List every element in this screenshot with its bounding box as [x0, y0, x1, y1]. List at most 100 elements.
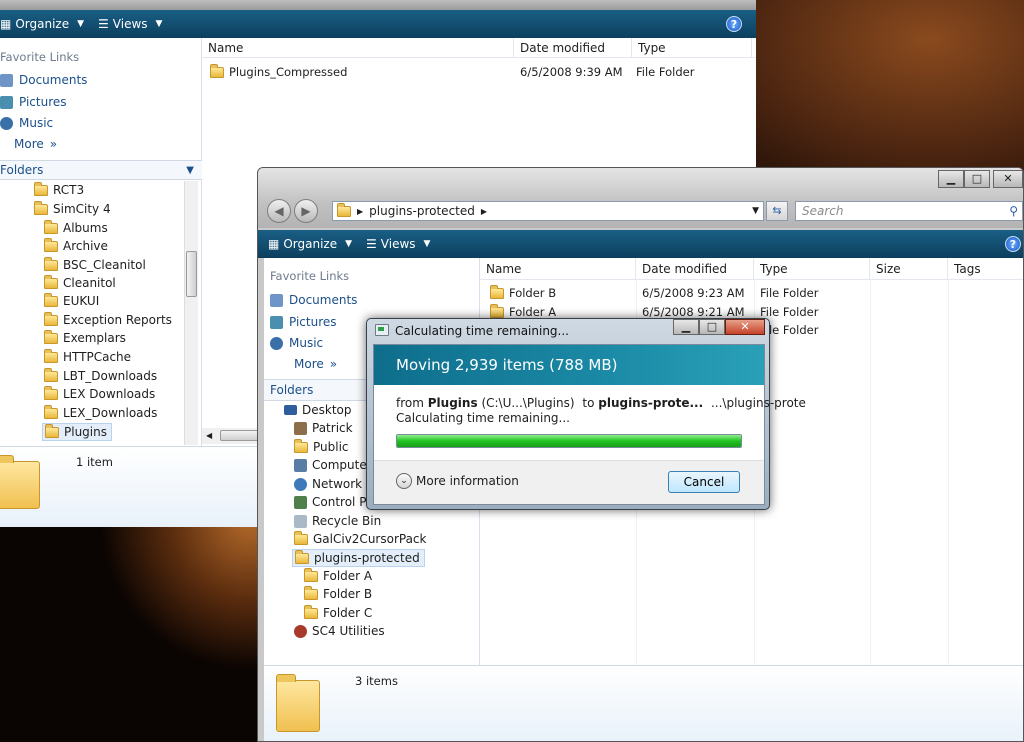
folder-icon	[304, 567, 318, 582]
file-row-type: File Folder	[760, 305, 819, 319]
forward-nav-button[interactable]: ▶	[294, 199, 318, 223]
tree-item[interactable]: Desktop	[284, 403, 352, 417]
folder-icon	[44, 237, 58, 252]
help-icon[interactable]: ?	[726, 16, 742, 32]
tree-item[interactable]: Folder C	[304, 604, 372, 620]
folder-icon	[44, 367, 58, 382]
tree-item[interactable]: Exception Reports	[44, 311, 172, 327]
tree-item[interactable]: Exemplars	[44, 329, 126, 345]
link-pictures[interactable]: Pictures	[270, 315, 337, 329]
tree-item[interactable]: Folder B	[304, 585, 372, 601]
computer-icon	[294, 458, 307, 472]
folder-icon	[34, 181, 48, 196]
column-header-type[interactable]: Type	[754, 258, 870, 280]
folder-icon	[44, 274, 58, 289]
tree-item[interactable]: Recycle Bin	[294, 514, 381, 528]
tree-item[interactable]: Cleanitol	[44, 274, 116, 290]
folder-icon	[44, 348, 58, 363]
folder-icon	[34, 200, 48, 215]
dialog-minimize-button[interactable]: ▁	[673, 319, 699, 335]
tree-scrollbar[interactable]	[184, 181, 198, 445]
address-bar[interactable]: ▶ plugins-protected ▶ ▼	[332, 201, 764, 221]
favorite-links-title: Favorite Links	[270, 269, 350, 283]
views-button[interactable]: ☰ Views ▼	[366, 237, 430, 251]
organize-icon: ▦	[268, 237, 280, 251]
tree-item[interactable]: Control Pa	[294, 495, 373, 509]
views-button[interactable]: ☰ Views ▼	[98, 17, 162, 31]
horizontal-scrollbar[interactable]: ◀	[202, 428, 262, 444]
dialog-title-icon	[375, 324, 389, 336]
user-icon	[294, 421, 307, 435]
tree-item[interactable]: Folder A	[304, 567, 372, 583]
link-pictures[interactable]: Pictures	[0, 95, 67, 109]
folder-icon	[304, 585, 318, 600]
transfer-source-dest: from Plugins (C:\U...\Plugins) to plugin…	[396, 396, 806, 410]
tree-item[interactable]: LEX_Downloads	[44, 404, 157, 420]
tree-item[interactable]: BSC_Cleanitol	[44, 256, 146, 272]
tree-item[interactable]: LBT_Downloads	[44, 367, 157, 383]
big-folder-icon	[276, 674, 320, 732]
column-header-tags[interactable]: Tags	[948, 258, 1023, 280]
breadcrumb-arrow-icon: ▶	[357, 206, 364, 216]
link-music[interactable]: Music	[0, 116, 53, 130]
tree-item[interactable]: EUKUI	[44, 292, 99, 308]
tree-item[interactable]: Albums	[44, 219, 108, 235]
close-button[interactable]: ✕	[993, 170, 1023, 188]
file-row[interactable]: Plugins_Compressed	[210, 63, 347, 79]
tree-item[interactable]: SC4 Utilities	[294, 624, 385, 638]
cancel-button[interactable]: Cancel	[668, 471, 740, 493]
link-more[interactable]: More»	[14, 137, 57, 151]
column-header-size[interactable]: Size	[870, 258, 948, 280]
chevron-down-icon: ▼	[345, 239, 353, 249]
link-more[interactable]: More»	[294, 357, 337, 371]
help-icon[interactable]: ?	[1005, 236, 1021, 252]
tree-item[interactable]: RCT3	[34, 181, 84, 197]
tree-item[interactable]: Archive	[44, 237, 108, 253]
tree-item-selected[interactable]: plugins-protected	[292, 549, 425, 567]
column-header-name[interactable]: Name	[202, 38, 514, 58]
dialog-maximize-button[interactable]: □	[699, 319, 725, 335]
pictures-icon	[0, 95, 13, 109]
more-information-button[interactable]: ⌄ More information	[396, 473, 519, 489]
organize-button[interactable]: ▦ Organize ▼	[268, 237, 352, 251]
folder-icon	[294, 438, 308, 453]
documents-icon	[0, 73, 13, 87]
file-row[interactable]: Folder B	[490, 284, 556, 300]
address-dropdown-icon[interactable]: ▼	[752, 206, 759, 216]
refresh-button[interactable]: ⇆	[766, 201, 788, 221]
dialog-close-button[interactable]: ✕	[725, 319, 765, 335]
tree-item[interactable]: HTTPCache	[44, 348, 131, 364]
tree-item[interactable]: Patrick	[294, 421, 353, 435]
chevron-down-icon: ⌄	[396, 473, 412, 489]
folder-icon	[337, 202, 351, 217]
folders-header[interactable]: Folders ▼	[0, 160, 202, 180]
search-input[interactable]: Search ⚲	[795, 201, 1023, 221]
link-documents[interactable]: Documents	[270, 293, 357, 307]
back-toolbar: ▦ Organize ▼ ☰ Views ▼ ?	[0, 10, 756, 38]
column-header-name[interactable]: Name	[480, 258, 636, 280]
link-music[interactable]: Music	[270, 336, 323, 350]
views-icon: ☰	[98, 17, 109, 31]
views-icon: ☰	[366, 237, 377, 251]
column-header-date[interactable]: Date modified	[636, 258, 754, 280]
tree-item[interactable]: Public	[294, 438, 349, 454]
tree-item[interactable]: Computer	[294, 458, 372, 472]
progress-bar	[396, 434, 742, 448]
folder-icon	[490, 284, 504, 299]
minimize-button[interactable]: ▁	[938, 170, 964, 188]
folder-icon	[44, 329, 58, 344]
tree-item[interactable]: Network	[294, 477, 362, 491]
tree-item[interactable]: LEX Downloads	[44, 385, 155, 401]
breadcrumb[interactable]: plugins-protected	[369, 204, 475, 218]
tree-item[interactable]: GalCiv2CursorPack	[294, 530, 426, 546]
tree-item-selected[interactable]: Plugins	[42, 423, 112, 441]
column-header-type[interactable]: Type	[632, 38, 752, 58]
link-documents[interactable]: Documents	[0, 73, 87, 87]
back-nav-button[interactable]: ◀	[267, 199, 291, 223]
organize-button[interactable]: ▦ Organize ▼	[0, 17, 84, 31]
maximize-button[interactable]: □	[964, 170, 990, 188]
column-header-date[interactable]: Date modified	[514, 38, 632, 58]
file-row[interactable]: Folder A	[490, 303, 556, 319]
tree-item[interactable]: SimCity 4	[34, 200, 111, 216]
file-row-date: 6/5/2008 9:23 AM	[642, 286, 745, 300]
